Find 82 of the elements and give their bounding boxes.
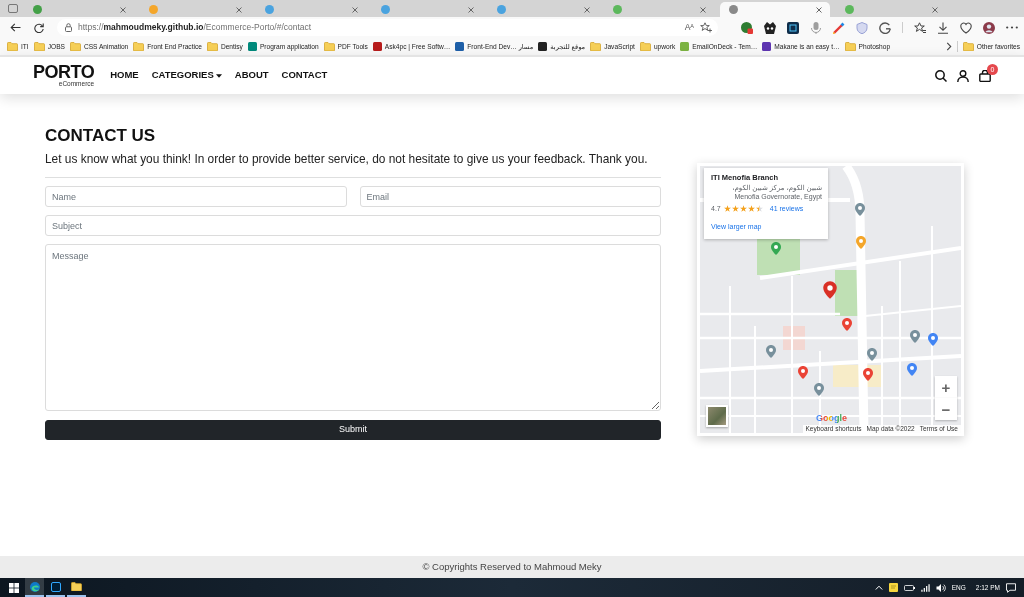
map-pin-icon[interactable] xyxy=(907,363,917,376)
folder-icon xyxy=(133,42,145,51)
bag-icon[interactable] xyxy=(979,69,991,82)
nav-link[interactable]: CONTACT xyxy=(281,68,328,83)
download-icon[interactable] xyxy=(937,21,949,34)
heart-icon[interactable] xyxy=(960,21,972,34)
browser-icon xyxy=(29,581,40,592)
map-pin-icon[interactable] xyxy=(814,383,824,396)
folder-icon xyxy=(639,42,651,51)
nav-link[interactable]: CATEGORIES xyxy=(151,68,222,83)
square-app-icon[interactable] xyxy=(787,21,799,34)
intro-text: Let us know what you think! In order to provide better service, do not hesitate to give us your feedback. Thank you. xyxy=(45,152,649,167)
map-logo: Google xyxy=(816,413,847,423)
start-icon[interactable] xyxy=(9,582,19,593)
folder-icon xyxy=(69,42,81,51)
satellite-thumbnail[interactable] xyxy=(706,405,728,427)
logo-title[interactable]: PORTO xyxy=(33,63,95,80)
submit-button[interactable]: Submit xyxy=(45,420,661,440)
map-pin-icon[interactable] xyxy=(863,368,873,381)
map-pin-icon[interactable] xyxy=(867,348,877,361)
nav-link[interactable]: HOME xyxy=(110,68,139,83)
chevron-right-icon[interactable] xyxy=(945,42,952,51)
map-pin-icon[interactable] xyxy=(823,281,837,299)
speaker-icon[interactable] xyxy=(935,582,946,593)
badge-extension-icon[interactable] xyxy=(741,21,753,34)
close-icon[interactable] xyxy=(236,6,242,13)
signal-icon[interactable] xyxy=(920,583,930,592)
close-icon[interactable] xyxy=(932,6,938,13)
note-icon[interactable] xyxy=(888,583,898,592)
address-field[interactable]: https://mahmoudmeky.github.io/Ecommerce-Porto/#/contact A$^{A}$ xyxy=(57,19,718,36)
copyright-text: © Copyrights Reserved to Mahmoud Meky xyxy=(422,559,602,574)
lock-icon[interactable] xyxy=(65,23,72,32)
map-pin-icon[interactable] xyxy=(798,366,808,379)
folder-icon xyxy=(206,42,218,51)
map-pin-icon[interactable] xyxy=(842,318,852,331)
page-heading: CONTACT US xyxy=(45,125,157,147)
close-icon[interactable] xyxy=(816,6,822,13)
animal-face-icon[interactable] xyxy=(764,21,776,34)
zoom-in-button[interactable]: + xyxy=(935,376,957,398)
url-text[interactable]: https://mahmoudmeky.github.io/Ecommerce-Porto/#/contact xyxy=(78,21,312,34)
arc-icon[interactable] xyxy=(879,21,891,34)
subject-field[interactable]: Subject xyxy=(45,215,661,236)
nav-link[interactable]: ABOUT xyxy=(234,68,269,83)
shield-icon[interactable] xyxy=(856,21,868,34)
name-field[interactable]: Name xyxy=(45,186,347,207)
folder-icon xyxy=(71,582,82,591)
map-pin-icon[interactable] xyxy=(910,330,920,343)
map-pin-icon[interactable] xyxy=(766,345,776,358)
chevron-up-icon[interactable] xyxy=(874,585,883,590)
user-icon[interactable] xyxy=(957,69,969,82)
app-tile-icon xyxy=(50,581,61,592)
message-field[interactable]: Message xyxy=(45,244,661,411)
zoom-out-button[interactable]: − xyxy=(935,398,957,420)
read-aloud-button[interactable]: A$^{A}$ xyxy=(684,23,694,32)
favorites-icon[interactable] xyxy=(914,21,926,34)
add-favorite-icon[interactable] xyxy=(700,22,712,33)
folder-icon xyxy=(590,42,602,51)
folder-icon xyxy=(7,42,18,51)
battery-icon[interactable] xyxy=(903,584,915,591)
folder-icon xyxy=(323,42,335,51)
notification-icon[interactable] xyxy=(1006,582,1016,593)
map-pin-icon[interactable] xyxy=(771,242,781,255)
pen-icon[interactable] xyxy=(833,21,845,34)
email-field[interactable]: Email xyxy=(359,186,661,207)
close-icon[interactable] xyxy=(352,6,358,13)
close-icon[interactable] xyxy=(700,6,706,13)
folder-icon xyxy=(962,42,974,51)
taskbar-app[interactable] xyxy=(25,578,44,597)
close-icon[interactable] xyxy=(584,6,590,13)
search-icon[interactable] xyxy=(935,69,947,82)
microphone-icon[interactable] xyxy=(810,21,822,34)
back-icon[interactable] xyxy=(10,23,21,32)
avatar-icon[interactable] xyxy=(983,21,995,34)
tab-actions-icon[interactable] xyxy=(8,4,18,13)
close-icon[interactable] xyxy=(120,6,126,13)
more-icon[interactable] xyxy=(1006,26,1018,29)
folder-icon xyxy=(33,42,45,51)
map-pin-icon[interactable] xyxy=(855,203,865,216)
folder-icon xyxy=(844,42,856,51)
map-pin-icon[interactable] xyxy=(928,333,938,346)
reload-icon[interactable] xyxy=(34,22,44,33)
close-icon[interactable] xyxy=(468,6,474,13)
